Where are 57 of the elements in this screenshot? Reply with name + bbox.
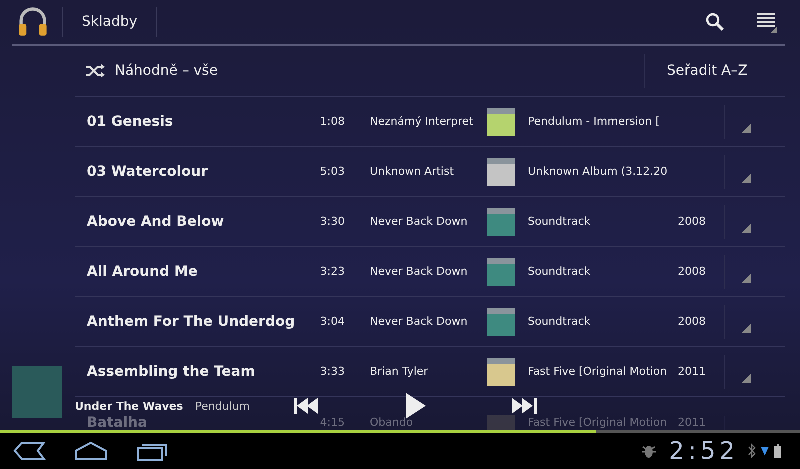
clock: 2:52 — [669, 437, 739, 465]
context-menu-icon[interactable] — [742, 374, 751, 383]
song-artist: Neznámý Interpret — [369, 115, 474, 128]
song-title[interactable]: 03 Watercolour — [75, 164, 299, 180]
song-year: 2008 — [678, 215, 707, 228]
song-duration: 3:04 — [319, 315, 345, 328]
debug-icon — [641, 443, 658, 459]
song-year: 2008 — [678, 265, 707, 278]
play-icon[interactable] — [406, 393, 426, 419]
menu-icon[interactable] — [755, 11, 777, 33]
song-album: Fast Five [Original Motion — [528, 416, 668, 429]
headphones-icon[interactable] — [16, 5, 50, 39]
previous-icon[interactable] — [294, 398, 320, 414]
song-album: Soundtrack — [528, 215, 592, 228]
song-duration: 3:33 — [319, 365, 345, 378]
song-artist: Never Back Down — [369, 215, 469, 228]
now-playing-title: Under The Waves — [75, 400, 184, 412]
context-menu-icon[interactable] — [742, 124, 751, 133]
context-menu-icon[interactable] — [742, 324, 751, 333]
song-artist: Never Back Down — [369, 265, 469, 278]
song-artist: Unknown Artist — [369, 165, 456, 178]
song-artist: Never Back Down — [369, 315, 469, 328]
song-year: 2011 — [678, 416, 707, 429]
song-album: Pendulum - Immersion [ — [528, 115, 661, 128]
home-icon[interactable] — [74, 441, 108, 461]
song-duration: 3:23 — [319, 265, 345, 278]
next-icon[interactable] — [512, 398, 538, 414]
bluetooth-icon — [748, 443, 756, 459]
song-album: Fast Five [Original Motion — [528, 365, 668, 378]
song-artist: Obando — [369, 416, 414, 429]
song-title[interactable]: Anthem For The Underdog — [75, 314, 299, 330]
now-playing-artist: Pendulum — [195, 400, 250, 412]
back-icon[interactable] — [12, 441, 46, 461]
recent-apps-icon[interactable] — [136, 441, 170, 461]
song-album: Soundtrack — [528, 315, 592, 328]
song-duration: 4:15 — [319, 416, 345, 429]
song-year: 2011 — [678, 365, 707, 378]
song-title[interactable]: Above And Below — [75, 214, 299, 230]
song-duration: 1:08 — [319, 115, 345, 128]
song-album: Unknown Album (3.12.20 — [528, 165, 669, 178]
view-dropdown[interactable]: Skladby — [63, 4, 156, 40]
shuffle-all-link[interactable]: Náhodně – vše — [115, 63, 218, 79]
sort-dropdown[interactable]: Seřadit A–Z — [645, 49, 785, 93]
song-duration: 5:03 — [319, 165, 345, 178]
shuffle-icon — [85, 64, 105, 78]
song-album: Soundtrack — [528, 265, 592, 278]
context-menu-icon[interactable] — [742, 274, 751, 283]
song-artist: Brian Tyler — [369, 365, 430, 378]
song-title[interactable]: All Around Me — [75, 264, 299, 280]
song-title[interactable]: Assembling the Team — [75, 364, 299, 380]
context-menu-icon[interactable] — [742, 174, 751, 183]
battery-icon — [774, 443, 782, 459]
song-duration: 3:30 — [319, 215, 345, 228]
context-menu-icon[interactable] — [742, 224, 751, 233]
song-title[interactable]: 01 Genesis — [75, 114, 299, 130]
song-year: 2008 — [678, 315, 707, 328]
search-icon[interactable] — [705, 12, 725, 32]
